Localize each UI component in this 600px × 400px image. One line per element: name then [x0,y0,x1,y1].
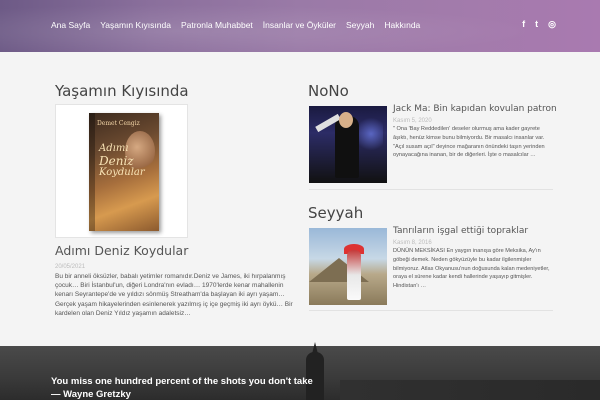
quote-author: — Wayne Gretzky [51,389,131,400]
footer-quote: You miss one hundred percent of the shot… [51,375,313,400]
city-skyline [340,380,600,400]
dancer-figure [347,250,361,300]
book-spine [89,113,95,231]
book-cover: Demet Cengiz Adımı Deniz Koydular [89,113,159,231]
nav-item-home[interactable]: Ana Sayfa [51,20,90,30]
instagram-icon[interactable]: ◎ [548,19,556,29]
quote-text: You miss one hundred percent of the shot… [51,376,313,387]
post-title-adimi-deniz-koydular[interactable]: Adımı Deniz Koydular [55,243,188,258]
nav-item-hakkinda[interactable]: Hakkında [384,20,420,30]
twitter-icon[interactable]: t [535,19,538,29]
facebook-icon[interactable]: f [522,19,525,29]
post-date: Kasım 8, 2016 [393,240,432,246]
stage-light [359,114,383,154]
main-content: Yaşamın Kıyısında Demet Cengiz Adımı Den… [0,52,600,346]
post-date: Kasım 5, 2020 [393,118,432,124]
social-links: f t ◎ [522,19,556,29]
section-title-yasamin-kiyisinda[interactable]: Yaşamın Kıyısında [55,82,189,100]
nav-item-yasamin-kiyisinda[interactable]: Yaşamın Kıyısında [100,20,171,30]
section-title-seyyah[interactable]: Seyyah [308,204,363,222]
section-title-nono[interactable]: NoNo [308,82,349,100]
post-date: 20/05/2021 [55,264,86,270]
book-title: Adımı Deniz Koydular [99,143,145,179]
main-nav: Ana Sayfa Yaşamın Kıyısında Patronla Muh… [51,20,430,30]
nav-item-seyyah[interactable]: Seyyah [346,20,374,30]
divider [309,189,553,190]
book-title-line2: Deniz [99,154,134,168]
nav-item-insanlar-ve-oykuler[interactable]: İnsanlar ve Öyküler [263,20,336,30]
nav-item-patronla-muhabbet[interactable]: Patronla Muhabbet [181,20,253,30]
post-excerpt: Bu bir anneli öksüzler, babalı yetimler … [55,273,293,317]
book-cover-image[interactable]: Demet Cengiz Adımı Deniz Koydular [55,104,188,238]
post-excerpt: DÜNÜN MEKSİKASI En yaygın inanışa göre M… [393,248,550,290]
mexico-thumbnail[interactable] [309,228,387,305]
quote-footer: You miss one hundred percent of the shot… [0,342,600,400]
performer-face [339,112,353,128]
site-header: Ana Sayfa Yaşamın Kıyısında Patronla Muh… [0,0,600,52]
post-title-tanrilarin-isgal[interactable]: Tanrıların işgal ettiği topraklar [393,226,528,236]
post-title-jack-ma[interactable]: Jack Ma: Bin kapıdan kovulan patron [393,104,557,114]
book-author: Demet Cengiz [97,120,140,127]
book-title-line3: Koydular [99,167,145,178]
jack-ma-thumbnail[interactable] [309,106,387,183]
divider [309,310,553,311]
post-excerpt: " Ona 'Bay Reddedilen' deseler olurmuş a… [393,126,545,159]
